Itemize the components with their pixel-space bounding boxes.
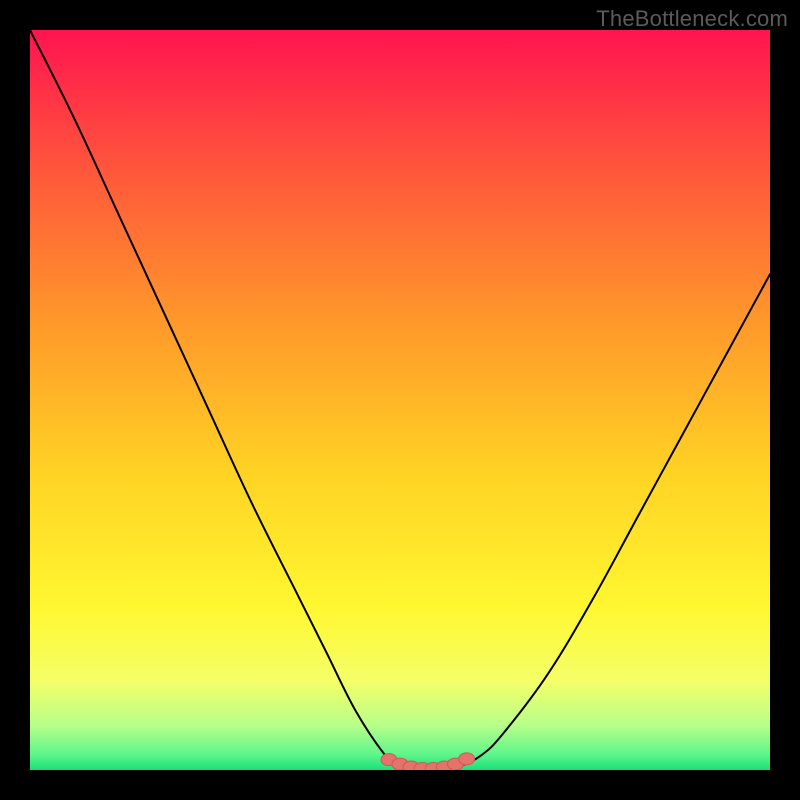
bottleneck-chart: [30, 30, 770, 770]
chart-frame: TheBottleneck.com: [0, 0, 800, 800]
plot-area: [30, 30, 770, 770]
watermark-text: TheBottleneck.com: [596, 6, 788, 32]
gradient-background: [30, 30, 770, 770]
trough-marker: [459, 753, 475, 765]
